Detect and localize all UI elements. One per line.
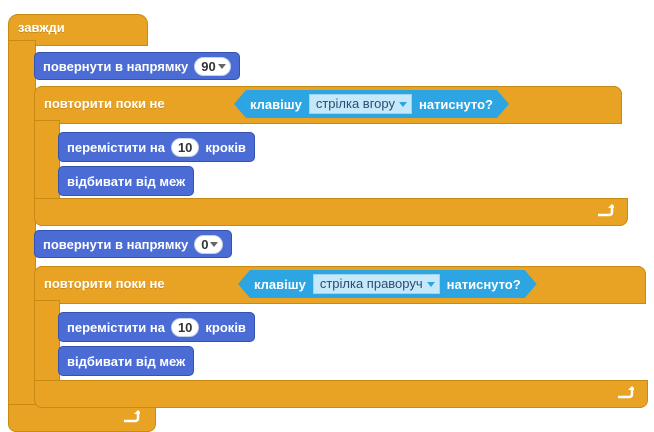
- pressed-label: натиснуто?: [418, 96, 493, 112]
- steps-value-input[interactable]: 10: [170, 317, 200, 337]
- key-select[interactable]: стрілка праворуч: [313, 274, 440, 294]
- move-label: перемістити на: [67, 319, 165, 335]
- key-select[interactable]: стрілка вгору: [309, 94, 412, 114]
- move-steps-block-2[interactable]: перемістити на 10 кроків: [58, 312, 255, 342]
- bounce-on-edge-block-2[interactable]: відбивати від меж: [58, 346, 195, 376]
- repeat-until-bottom-2: [34, 380, 648, 408]
- key-pressed-condition-2[interactable]: клавішу стрілка праворуч натиснуто?: [238, 270, 537, 298]
- steps-value-input[interactable]: 10: [170, 137, 200, 157]
- direction-value-input[interactable]: 90: [194, 56, 231, 76]
- forever-block-arm: [8, 40, 36, 412]
- loop-arrow-icon: [598, 204, 614, 217]
- turn-direction-block-2[interactable]: повернути в напрямку 0: [34, 230, 233, 258]
- turn-direction-label: повернути в напрямку: [43, 236, 189, 252]
- direction-value-input[interactable]: 0: [194, 234, 224, 254]
- repeat-until-label: повторити поки не: [44, 276, 165, 291]
- repeat-until-arm-2: [34, 300, 60, 386]
- key-label: клавішу: [254, 276, 306, 292]
- move-steps-block-1[interactable]: перемістити на 10 кроків: [58, 132, 255, 162]
- turn-direction-label: повернути в напрямку: [43, 58, 189, 74]
- steps-label: кроків: [205, 139, 246, 155]
- repeat-until-arm-1: [34, 120, 60, 204]
- loop-arrow-icon: [124, 410, 140, 423]
- chevron-down-icon: [427, 282, 435, 287]
- bounce-label: відбивати від меж: [67, 173, 186, 189]
- repeat-until-label: повторити поки не: [44, 96, 165, 111]
- turn-direction-block-1[interactable]: повернути в напрямку 90: [34, 52, 240, 80]
- key-pressed-condition-1[interactable]: клавішу стрілка вгору натиснуто?: [234, 90, 509, 118]
- move-label: перемістити на: [67, 139, 165, 155]
- pressed-label: натиснуто?: [446, 276, 521, 292]
- chevron-down-icon: [210, 241, 219, 247]
- key-label: клавішу: [250, 96, 302, 112]
- loop-arrow-icon: [618, 386, 634, 399]
- chevron-down-icon: [217, 63, 226, 69]
- chevron-down-icon: [399, 102, 407, 107]
- bounce-on-edge-block-1[interactable]: відбивати від меж: [58, 166, 195, 196]
- forever-label: завжди: [18, 20, 65, 35]
- steps-label: кроків: [205, 319, 246, 335]
- repeat-until-bottom-1: [34, 198, 628, 226]
- bounce-label: відбивати від меж: [67, 353, 186, 369]
